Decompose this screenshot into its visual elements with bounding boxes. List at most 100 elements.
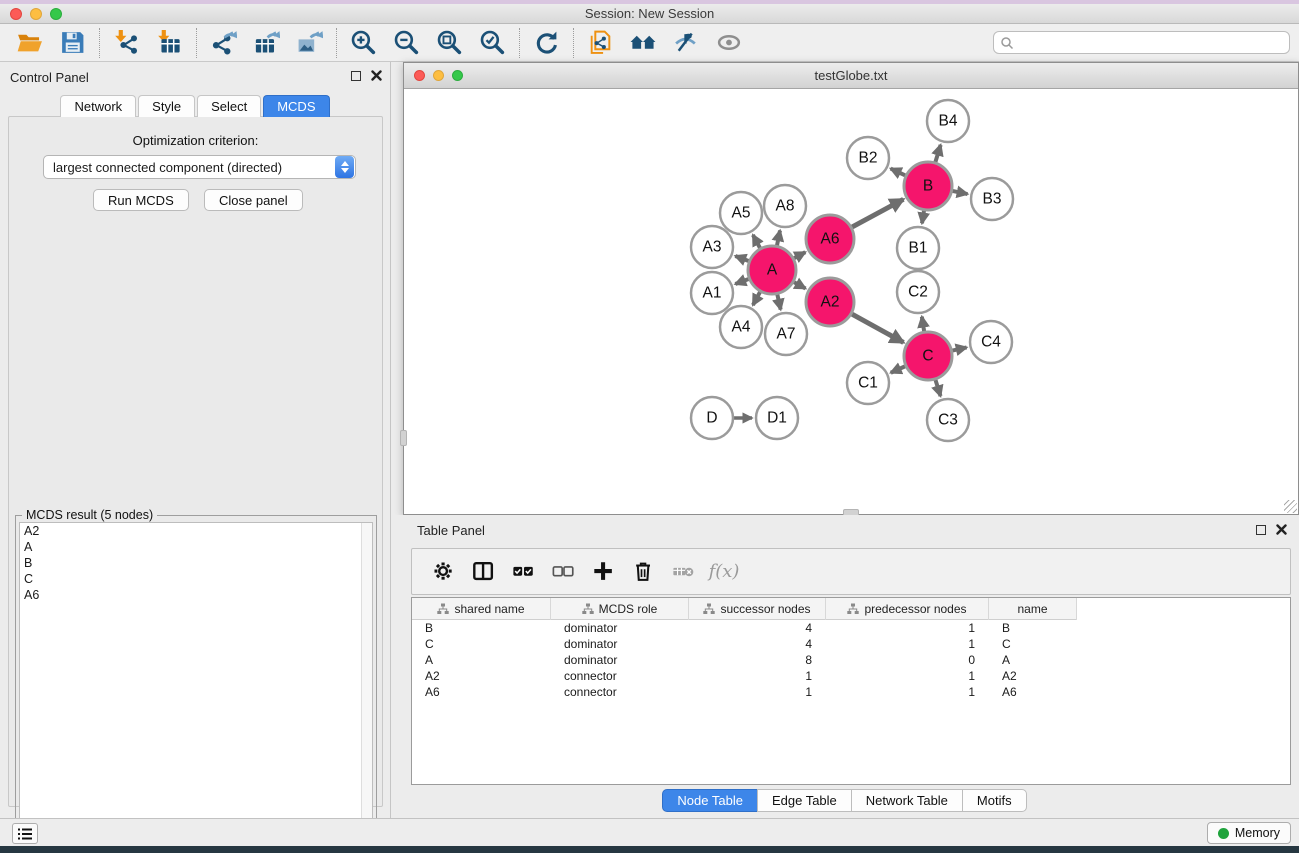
- edge-A-A4[interactable]: [753, 292, 760, 305]
- graph-node-b2[interactable]: B2: [847, 137, 889, 179]
- zoom-selected-button[interactable]: [471, 26, 514, 60]
- refresh-layout-button[interactable]: [525, 26, 568, 60]
- close-panel-button[interactable]: Close panel: [204, 189, 303, 211]
- graph-node-b[interactable]: B: [904, 162, 952, 210]
- save-session-button[interactable]: [51, 26, 94, 60]
- select-all-checks-button[interactable]: [504, 553, 544, 591]
- table-row-c[interactable]: Cdominator41C: [412, 636, 1290, 652]
- search-input[interactable]: [1014, 33, 1289, 52]
- edge-C-C4[interactable]: [952, 347, 966, 350]
- network-graph-canvas[interactable]: A A1 A2 A3 A4 A5 A6 A7 A8 B B1 B2 B3B4 C C1 C2 C3C4 D D1: [404, 89, 1298, 514]
- edge-B-B3[interactable]: [952, 191, 967, 194]
- tab-edge-table[interactable]: Edge Table: [757, 789, 852, 812]
- edge-A6-B[interactable]: [852, 199, 903, 227]
- delete-column-button[interactable]: [624, 553, 664, 591]
- run-mcds-button[interactable]: Run MCDS: [93, 189, 189, 211]
- zoom-fit-button[interactable]: [428, 26, 471, 60]
- graph-node-a4[interactable]: A4: [720, 306, 762, 348]
- import-network-button[interactable]: [105, 26, 148, 60]
- edge-A-A1[interactable]: [735, 279, 748, 284]
- graph-node-a7[interactable]: A7: [765, 313, 807, 355]
- graph-node-a3[interactable]: A3: [691, 226, 733, 268]
- edge-A-A2[interactable]: [794, 282, 806, 288]
- search-field[interactable]: [993, 31, 1290, 54]
- tab-node-table[interactable]: Node Table: [662, 789, 758, 812]
- import-table-button[interactable]: [148, 26, 191, 60]
- export-network-button[interactable]: [202, 26, 245, 60]
- vertical-splitter-grip[interactable]: [400, 430, 407, 446]
- table-row-a6[interactable]: A6connector11A6: [412, 684, 1290, 700]
- column-header-name[interactable]: name: [989, 598, 1077, 620]
- tab-style[interactable]: Style: [138, 95, 195, 117]
- graph-node-c2[interactable]: C2: [897, 271, 939, 313]
- zoom-in-button[interactable]: [342, 26, 385, 60]
- close-panel-icon[interactable]: [371, 70, 382, 81]
- result-item-a6[interactable]: A6: [20, 587, 372, 603]
- hide-eye-button[interactable]: [665, 26, 708, 60]
- tab-network-table[interactable]: Network Table: [851, 789, 963, 812]
- edge-A-A6[interactable]: [794, 252, 805, 258]
- close-table-panel-icon[interactable]: [1276, 524, 1287, 535]
- edge-A2-C[interactable]: [852, 314, 904, 342]
- optimization-criterion-select[interactable]: largest connected component (directed): [43, 155, 356, 179]
- result-item-b[interactable]: B: [20, 555, 372, 571]
- table-row-a[interactable]: Adominator80A: [412, 652, 1290, 668]
- tab-select[interactable]: Select: [197, 95, 261, 117]
- export-table-button[interactable]: [245, 26, 288, 60]
- show-eye-button[interactable]: [708, 26, 751, 60]
- graph-node-b4[interactable]: B4: [927, 100, 969, 142]
- graph-node-b3[interactable]: B3: [971, 178, 1013, 220]
- graph-node-c1[interactable]: C1: [847, 362, 889, 404]
- edge-B-B2[interactable]: [891, 169, 906, 176]
- table-row-b[interactable]: Bdominator41B: [412, 620, 1290, 636]
- homes-button[interactable]: [622, 26, 665, 60]
- graph-node-c[interactable]: C: [904, 332, 952, 380]
- float-panel-icon[interactable]: [351, 71, 361, 81]
- edge-C-C3[interactable]: [935, 380, 940, 396]
- deselect-all-checks-button[interactable]: [544, 553, 584, 591]
- graph-node-a1[interactable]: A1: [691, 272, 733, 314]
- graph-node-a2[interactable]: A2: [806, 278, 854, 326]
- network-window-titlebar[interactable]: testGlobe.txt: [404, 63, 1298, 89]
- tab-mcds[interactable]: MCDS: [263, 95, 329, 117]
- graph-node-a5[interactable]: A5: [720, 192, 762, 234]
- table-row-a2[interactable]: A2connector11A2: [412, 668, 1290, 684]
- column-header-shared-name[interactable]: shared name: [412, 598, 551, 620]
- graph-node-c4[interactable]: C4: [970, 321, 1012, 363]
- column-header-mcds-role[interactable]: MCDS role: [551, 598, 689, 620]
- window-resize-handle[interactable]: [1284, 500, 1297, 513]
- tab-motifs[interactable]: Motifs: [962, 789, 1027, 812]
- open-session-button[interactable]: [8, 26, 51, 60]
- task-history-button[interactable]: [12, 823, 38, 844]
- graph-node-a[interactable]: A: [748, 246, 796, 294]
- edge-C-C2[interactable]: [922, 317, 924, 332]
- graph-node-a6[interactable]: A6: [806, 215, 854, 263]
- graph-node-d[interactable]: D: [691, 397, 733, 439]
- settings-gear-button[interactable]: [424, 553, 464, 591]
- graph-node-d1[interactable]: D1: [756, 397, 798, 439]
- edge-A-A3[interactable]: [735, 256, 748, 261]
- network-document-button[interactable]: [579, 26, 622, 60]
- result-item-a2[interactable]: A2: [20, 523, 372, 539]
- result-list-scrollbar[interactable]: [361, 523, 372, 850]
- column-header-predecessor-nodes[interactable]: predecessor nodes: [826, 598, 989, 620]
- graph-node-c3[interactable]: C3: [927, 399, 969, 441]
- column-header-successor-nodes[interactable]: successor nodes: [689, 598, 826, 620]
- edge-C-C1[interactable]: [891, 366, 905, 372]
- graph-node-a8[interactable]: A8: [764, 185, 806, 227]
- result-item-a[interactable]: A: [20, 539, 372, 555]
- export-image-button[interactable]: [288, 26, 331, 60]
- zoom-out-button[interactable]: [385, 26, 428, 60]
- result-item-c[interactable]: C: [20, 571, 372, 587]
- edge-A-A7[interactable]: [777, 294, 780, 309]
- split-columns-button[interactable]: [464, 553, 504, 591]
- edge-B-B4[interactable]: [935, 145, 940, 162]
- tab-network[interactable]: Network: [60, 95, 136, 117]
- edge-A-A5[interactable]: [753, 235, 760, 248]
- add-column-button[interactable]: [584, 553, 624, 591]
- memory-button[interactable]: Memory: [1207, 822, 1291, 844]
- graph-node-b1[interactable]: B1: [897, 227, 939, 269]
- float-table-panel-icon[interactable]: [1256, 525, 1266, 535]
- edge-B-B1[interactable]: [922, 211, 924, 224]
- edge-A-A8[interactable]: [777, 230, 780, 245]
